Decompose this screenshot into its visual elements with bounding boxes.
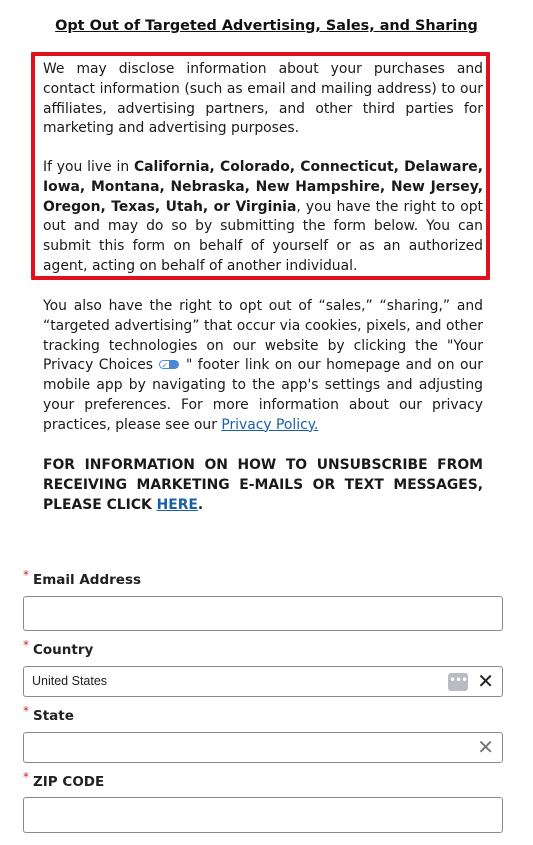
unsubscribe-end: . <box>197 496 204 513</box>
required-marker: * <box>23 568 29 582</box>
unsubscribe-text: FOR INFORMATION ON HOW TO UNSUBSCRIBE FR… <box>43 457 483 513</box>
privacy-choices-toggle-icon <box>158 356 179 376</box>
close-icon[interactable]: ✕ <box>477 735 494 759</box>
state-label: State <box>33 708 74 724</box>
email-label: Email Address <box>33 572 142 588</box>
disclosure-paragraph: We may disclose information about your p… <box>43 61 483 137</box>
country-select[interactable]: United States ••• ✕ <box>23 666 503 697</box>
state-rights-paragraph: If you live in California, Colorado, Con… <box>43 158 483 277</box>
zip-label: ZIP CODE <box>33 774 105 790</box>
state-select[interactable]: ✕ <box>23 732 503 763</box>
close-icon[interactable]: ✕ <box>477 669 494 693</box>
unsubscribe-paragraph: FOR INFORMATION ON HOW TO UNSUBSCRIBE FR… <box>43 456 483 515</box>
email-field[interactable] <box>23 596 503 631</box>
state-rights-prefix: If you live in <box>43 159 134 175</box>
country-value: United States <box>32 674 108 688</box>
country-label: Country <box>33 642 94 658</box>
page-title: Opt Out of Targeted Advertising, Sales, … <box>55 18 478 34</box>
more-options-icon[interactable]: ••• <box>448 673 468 691</box>
zip-code-field[interactable] <box>23 797 503 833</box>
unsubscribe-here-link[interactable]: HERE <box>157 497 198 513</box>
required-marker: * <box>23 770 29 784</box>
required-marker: * <box>23 638 29 652</box>
required-marker: * <box>23 704 29 718</box>
privacy-policy-link[interactable]: Privacy Policy. <box>221 417 318 433</box>
cookies-paragraph: You also have the right to opt out of “s… <box>43 297 483 436</box>
